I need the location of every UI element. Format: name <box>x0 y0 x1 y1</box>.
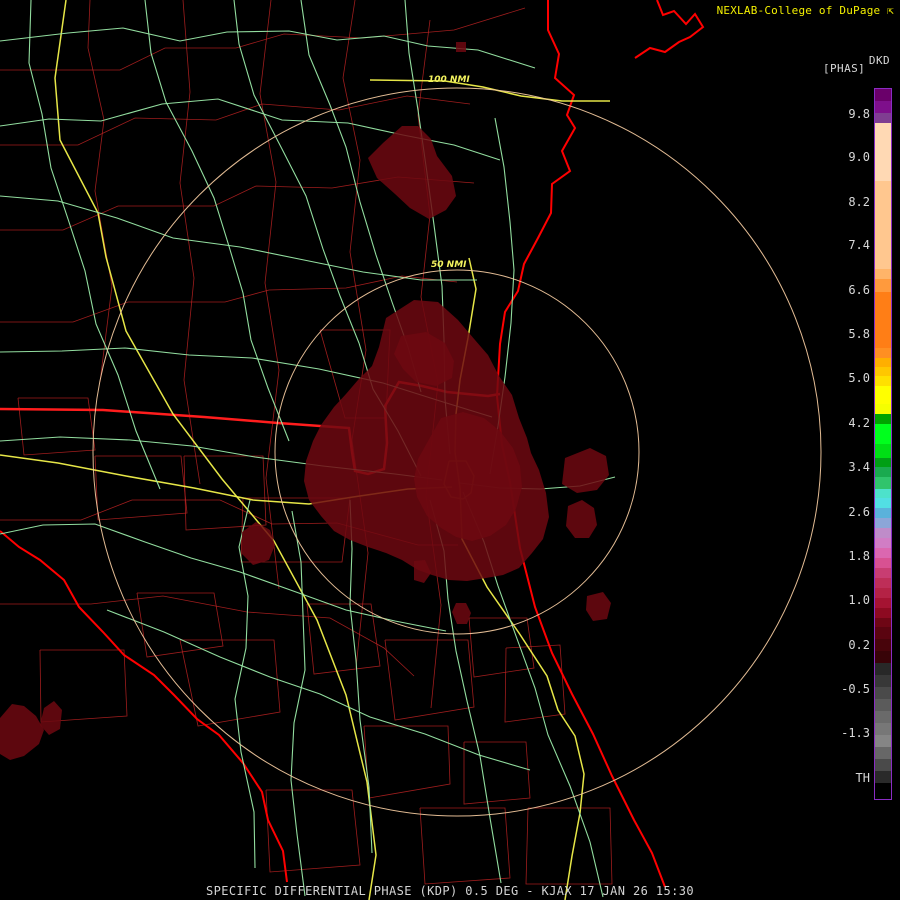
legend-tick: 1.0 <box>848 593 870 607</box>
legend-tick: 6.6 <box>848 283 870 297</box>
legend-tick: 0.2 <box>848 638 870 652</box>
legend-tick: TH <box>855 771 870 785</box>
legend-tick-labels: 9.8 9.0 8.2 7.4 6.6 5.8 5.0 4.2 3.4 2.6 … <box>838 88 872 800</box>
map-caption: SPECIFIC DIFFERENTIAL PHASE (KDP) 0.5 DE… <box>206 884 694 898</box>
legend-tick: 7.4 <box>848 238 870 252</box>
product-code: DKD <box>868 54 890 67</box>
legend-tick: 1.8 <box>848 549 870 563</box>
credit-text: NEXLAB-College of DuPage <box>716 4 881 17</box>
legend-tick: 2.6 <box>848 505 870 519</box>
legend-tick: 9.0 <box>848 150 870 164</box>
legend-tick: 8.2 <box>848 195 870 209</box>
legend-tick: 9.8 <box>848 107 870 121</box>
legend-tick: -1.3 <box>841 726 870 740</box>
external-link-icon: ⇱ <box>887 4 894 17</box>
units-label: [PHAS] <box>823 62 866 75</box>
range-label-100-nmi: 100 NMI <box>428 75 470 85</box>
legend-tick: 5.8 <box>848 327 870 341</box>
legend-tick: 4.2 <box>848 416 870 430</box>
legend-tick: 5.0 <box>848 371 870 385</box>
legend-tick: 3.4 <box>848 460 870 474</box>
legend-tick: -0.5 <box>841 682 870 696</box>
credit-label: NEXLAB-College of DuPage ⇱ <box>717 4 894 17</box>
range-label-50-nmi: 50 NMI <box>431 260 467 270</box>
radar-map: 100 NMI 50 NMI <box>0 0 900 900</box>
color-scale-bar <box>874 88 892 800</box>
